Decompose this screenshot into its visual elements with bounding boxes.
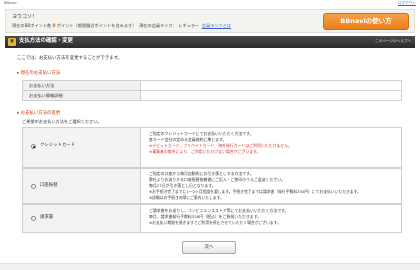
current-method-heading: ▸ 現在のお支払い方法	[17, 71, 60, 77]
change-method-heading-text: お支払い方法の変更	[20, 111, 61, 116]
row-label: お支払い方法	[22, 80, 141, 91]
option-description: ご請求書をお送りし、コンビニエンスストア等にてお支払いいただく方法です。 毎月、…	[149, 208, 395, 226]
member-info-bar: ヨウコソ！ 現在のBBポイント数 0 ポイント（期限間近ポイントを含みます） 現…	[5, 9, 415, 33]
desc-note: ※詳細はお手続きの際にご案内いたします。	[149, 195, 224, 201]
radio-invoice[interactable]	[31, 216, 36, 221]
top-line: BBnavi ログアウト	[0, 0, 420, 8]
radio-bank-transfer[interactable]	[31, 184, 36, 189]
table-row: お支払い方法	[22, 80, 402, 91]
rank-info-link[interactable]: 会員ランクとは	[202, 23, 231, 28]
desc-warning: ※事業者の都合により、ご利用いただけない場合がございます。	[149, 149, 261, 155]
help-link[interactable]: このページのヘルプへ	[375, 39, 411, 44]
change-method-heading: ▸ お支払い方法の変更	[17, 111, 60, 117]
table-row: お支払い情報詳細	[22, 90, 402, 101]
arrow-icon: ▸	[17, 111, 20, 116]
option-description: ご指定の口座から毎月自動的にお引き落としする方法です。 弊社よりお送りする口座振…	[149, 171, 395, 201]
points-suffix: ポイント（期限間近ポイントを含みます）	[56, 23, 137, 28]
bbnavi-guide-button[interactable]: BBnaviの使い方	[323, 13, 409, 30]
page-title-bar: ¥ 支払方法の確認・変更 このページのヘルプへ	[5, 36, 415, 48]
yen-icon: ¥	[8, 38, 16, 46]
arrow-icon: ▸	[17, 71, 20, 76]
page-title: 支払方法の確認・変更	[19, 38, 73, 44]
option-description: ご指定のクレジットカードにてお支払いいただく方法です。 各カード会社の定める会員…	[149, 131, 395, 155]
brand-text: BBnavi	[4, 1, 17, 5]
option-label: 請求書	[40, 215, 54, 220]
greeting: ヨウコソ！	[12, 14, 38, 20]
intro-text: ここでは、お支払い方法を変更することができます。	[17, 56, 122, 61]
points-value: 0	[52, 23, 56, 28]
rank-value: レギュラー	[178, 23, 200, 28]
option-bank-transfer[interactable]: 口座振替 ご指定の口座から毎月自動的にお引き落としする方法です。 弊社よりお送り…	[22, 168, 402, 204]
option-invoice[interactable]: 請求書 ご請求書をお送りし、コンビニエンスストア等にてお支払いいただく方法です。…	[22, 204, 402, 233]
rank-label: 現在の会員ランク：	[139, 23, 177, 28]
logout-link[interactable]: ログアウト	[398, 1, 416, 6]
next-button[interactable]: 次へ	[182, 241, 236, 254]
desc-note: ※お支払い期限を過ぎますとご利用を停止させていただく場合がございます。	[149, 220, 281, 226]
option-label: 口座振替	[40, 183, 58, 188]
option-credit-card[interactable]: クレジットカード ご指定のクレジットカードにてお支払いいただく方法です。 各カー…	[22, 127, 402, 168]
row-value	[140, 90, 402, 101]
points-prefix: 現在のBBポイント数	[12, 23, 52, 28]
row-label: お支払い情報詳細	[22, 90, 141, 101]
current-method-table: お支払い方法 お支払い情報詳細	[22, 80, 402, 101]
radio-credit-card[interactable]	[31, 144, 36, 149]
option-label: クレジットカード	[40, 143, 76, 148]
change-intro: ご希望のお支払い方法をご選択ください。	[22, 119, 102, 124]
member-status: 現在のBBポイント数 0 ポイント（期限間近ポイントを含みます） 現在の会員ラン…	[12, 23, 231, 29]
footer-strip	[0, 263, 420, 270]
row-value	[140, 80, 402, 91]
current-method-heading-text: 現在のお支払い方法	[20, 71, 61, 76]
